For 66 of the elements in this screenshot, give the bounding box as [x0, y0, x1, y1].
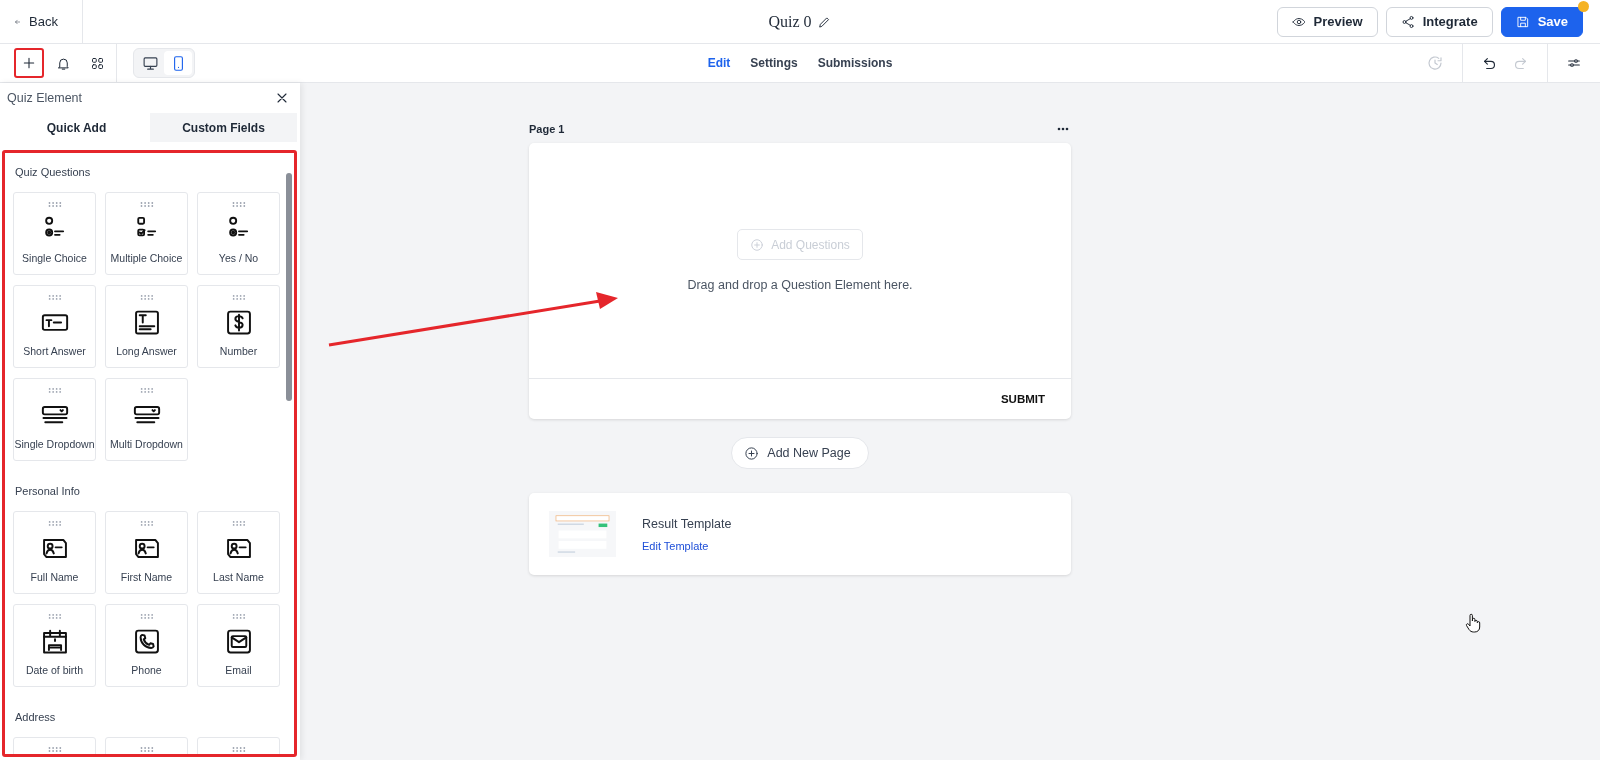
drag-handle-icon [47, 747, 62, 752]
submit-button[interactable]: SUBMIT [994, 392, 1051, 406]
element-tile[interactable]: Number [197, 285, 280, 368]
pencil-icon [817, 14, 832, 29]
drag-handle-icon [139, 614, 154, 619]
bell-icon [55, 55, 71, 71]
drag-handle-icon [47, 295, 62, 300]
element-tile[interactable]: Short Answer [13, 285, 96, 368]
drag-handle-icon [139, 388, 154, 393]
template-thumbnail [549, 511, 616, 557]
quiz-title: Quiz 0 [768, 12, 812, 31]
drag-handle-icon [139, 295, 154, 300]
more-icon [1057, 127, 1069, 131]
drag-handle-icon [231, 295, 246, 300]
clock-icon [1426, 54, 1444, 72]
drag-handle-icon [47, 388, 62, 393]
share-icon [1400, 14, 1415, 29]
element-tile[interactable]: Single Choice [13, 192, 96, 275]
nav-tab[interactable]: Edit [707, 52, 731, 74]
plus-circle-icon [744, 445, 760, 461]
drag-handle-icon [231, 747, 246, 752]
nav-tab[interactable]: Settings [750, 52, 798, 74]
section-title: Personal Info [15, 485, 81, 497]
edit-template-link[interactable]: Edit Template [642, 539, 732, 552]
scrollbar[interactable] [286, 173, 292, 401]
drag-handle-icon [47, 614, 62, 619]
panel-title: Quiz Element [7, 91, 83, 105]
back-button[interactable]: Back [0, 0, 83, 44]
section-title: Address [15, 711, 57, 723]
element-tile[interactable]: First Name [105, 511, 188, 594]
save-button[interactable]: Save [1500, 6, 1583, 37]
element-tile[interactable]: Multi Dropdown [105, 378, 188, 461]
drag-handle-icon [139, 521, 154, 526]
more-button[interactable] [1055, 125, 1071, 133]
section-title: Quiz Questions [15, 166, 92, 178]
nav-tab[interactable]: Submissions [817, 52, 893, 74]
plus-circle-icon [750, 237, 765, 252]
element-tile[interactable]: Single Dropdown [13, 378, 96, 461]
element-tile[interactable]: Multiple Choice [105, 192, 188, 275]
preview-button[interactable]: Preview [1276, 6, 1378, 37]
element-tile[interactable]: Date of birth [13, 604, 96, 687]
grid-icon [89, 55, 105, 71]
add-page-button[interactable]: Add New Page [731, 437, 869, 469]
element-tile[interactable]: Full Name [13, 511, 96, 594]
drag-handle-icon [231, 202, 246, 207]
element-tile[interactable]: Yes / No [197, 192, 280, 275]
drop-hint: Drag and drop a Question Element here. [687, 278, 913, 292]
monitor-icon [141, 54, 159, 72]
drag-handle-icon [231, 614, 246, 619]
drag-handle-icon [231, 521, 246, 526]
drag-handle-icon [139, 747, 154, 752]
element-tile[interactable]: Long Answer [105, 285, 188, 368]
drag-handle-icon [47, 521, 62, 526]
element-tile[interactable]: Email [197, 604, 280, 687]
drag-handle-icon [47, 202, 62, 207]
result-template-title: Result Template [642, 516, 732, 531]
integrate-button[interactable]: Integrate [1385, 6, 1493, 37]
drag-handle-icon [139, 202, 154, 207]
element-tile[interactable]: Phone [105, 604, 188, 687]
plus-icon [21, 55, 37, 71]
hand-cursor-icon [1465, 613, 1481, 633]
element-tile[interactable]: Last Name [197, 511, 280, 594]
panel-tab[interactable]: Quick Add [3, 113, 150, 142]
add-tool-button[interactable] [14, 48, 44, 78]
page-label: Page 1 [529, 123, 565, 135]
mobile-view-button[interactable] [164, 51, 192, 75]
